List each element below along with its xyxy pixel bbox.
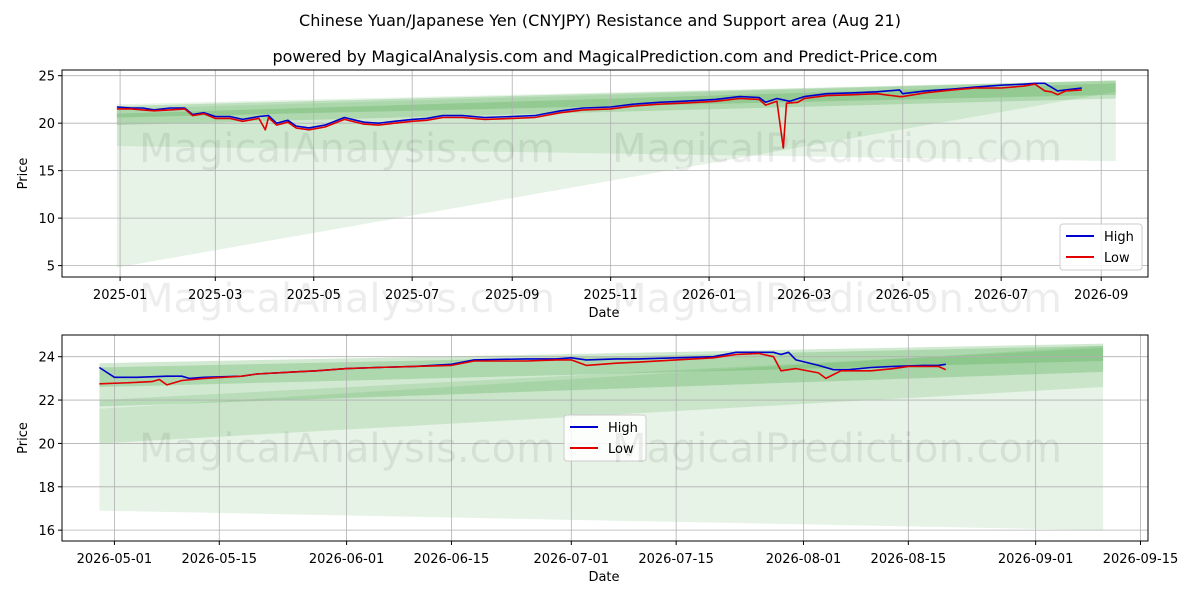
x-tick-label: 2026-06-15	[414, 552, 490, 567]
y-tick-label: 25	[38, 70, 55, 85]
y-tick-label: 10	[38, 212, 55, 227]
y-axis-label: Price	[16, 422, 31, 454]
watermark-prediction-mid: MagicalPrediction.com	[612, 276, 1062, 322]
y-tick-label: 22	[38, 394, 55, 409]
watermark-analysis-top: MagicalAnalysis.com	[139, 126, 555, 172]
y-axis-label: Price	[16, 158, 31, 190]
y-tick-label: 5	[47, 260, 55, 275]
watermark-prediction-bottom: MagicalPrediction.com	[612, 426, 1062, 472]
chart-canvas: Chinese Yuan/Japanese Yen (CNYJPY) Resis…	[16, 11, 1179, 585]
legend: High Low	[1059, 223, 1143, 271]
legend-label-low: Low	[1104, 251, 1130, 266]
y-tick-label: 20	[38, 437, 55, 452]
x-tick-label: 2026-06-01	[309, 552, 385, 567]
y-tick-label: 15	[38, 165, 55, 180]
x-tick-label: 2026-05-15	[182, 552, 258, 567]
watermark-prediction-top: MagicalPrediction.com	[612, 126, 1062, 172]
y-tick-label: 24	[38, 351, 55, 366]
chart-title: Chinese Yuan/Japanese Yen (CNYJPY) Resis…	[299, 11, 901, 30]
watermark-analysis-mid: MagicalAnalysis.com	[139, 276, 555, 322]
chart-subtitle: powered by MagicalAnalysis.com and Magic…	[272, 47, 937, 66]
x-tick-label: 2026-09-01	[998, 552, 1074, 567]
x-tick-label: 2026-05-01	[77, 552, 153, 567]
y-tick-label: 20	[38, 117, 55, 132]
x-tick-label: 2026-08-15	[871, 552, 947, 567]
x-tick-label: 2026-07-15	[638, 552, 714, 567]
legend-label-high: High	[1104, 230, 1134, 245]
y-tick-label: 16	[38, 524, 55, 539]
y-tick-label: 18	[38, 481, 55, 496]
x-tick-label: 2026-08-01	[766, 552, 842, 567]
x-axis-label: Date	[588, 570, 619, 585]
watermark-analysis-bottom: MagicalAnalysis.com	[139, 426, 555, 472]
x-tick-label: 2026-09-15	[1103, 552, 1179, 567]
x-tick-label: 2026-09	[1074, 288, 1128, 303]
x-tick-label: 2026-07-01	[534, 552, 610, 567]
